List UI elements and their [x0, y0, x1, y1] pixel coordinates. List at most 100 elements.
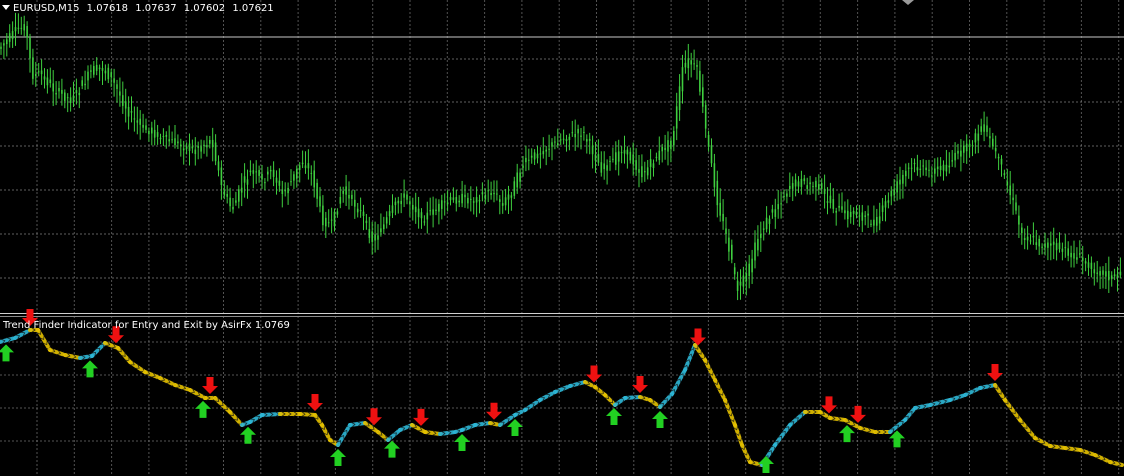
candle-body	[684, 62, 687, 68]
candle-body	[615, 152, 617, 165]
candle-body	[733, 267, 736, 275]
candle-body	[107, 67, 110, 80]
candle-body	[986, 125, 988, 132]
candle-body	[632, 154, 634, 165]
candle-body	[272, 169, 275, 177]
candle-body	[803, 178, 806, 182]
downtrend-segment	[423, 430, 442, 436]
candle-body	[116, 84, 118, 90]
candle-body	[1000, 158, 1003, 165]
candle-body	[864, 215, 866, 217]
buy-arrow-icon[interactable]	[606, 408, 622, 425]
candle-body	[238, 189, 240, 202]
candle-body	[310, 172, 313, 174]
candle-body	[142, 124, 144, 128]
buy-arrow-icon[interactable]	[0, 344, 14, 362]
chart-menu-dropdown-icon[interactable]	[2, 5, 10, 10]
downtrend-segment	[298, 412, 317, 417]
candle-body	[325, 217, 327, 227]
chart-window[interactable]: EURUSD,M15 1.07618 1.07637 1.07602 1.076…	[0, 0, 1124, 476]
buy-arrow-icon[interactable]	[454, 434, 470, 451]
buy-arrow-icon[interactable]	[195, 400, 211, 418]
candle-body	[1035, 242, 1038, 246]
candle-body	[644, 171, 646, 173]
candle-body	[571, 132, 574, 134]
candle-body	[678, 86, 681, 111]
sell-arrow-icon[interactable]	[821, 396, 837, 414]
candle-body	[832, 199, 835, 209]
candle-body	[922, 165, 924, 167]
sell-arrow-icon[interactable]	[486, 402, 502, 420]
candle-body	[113, 78, 115, 83]
candle-body	[507, 194, 510, 200]
buy-arrow-icon[interactable]	[652, 411, 668, 428]
candle-body	[246, 179, 249, 185]
candle-body	[577, 128, 579, 134]
candle-body	[794, 179, 797, 187]
candle-body	[49, 79, 52, 84]
candle-body	[670, 140, 672, 149]
buy-arrow-icon[interactable]	[384, 440, 400, 458]
candle-body	[1012, 197, 1014, 201]
candle-body	[641, 166, 643, 178]
candle-body	[226, 194, 228, 197]
sell-arrow-icon[interactable]	[202, 377, 218, 394]
candle-body	[820, 183, 823, 189]
candle-body	[1018, 215, 1020, 225]
candle-body	[649, 159, 652, 167]
buy-arrow-icon[interactable]	[839, 425, 855, 443]
price-chart-canvas[interactable]	[0, 0, 1124, 476]
candle-body	[510, 195, 513, 198]
candle-body	[148, 130, 150, 135]
sell-arrow-icon[interactable]	[413, 408, 429, 426]
candle-body	[786, 193, 788, 197]
candle-body	[11, 31, 14, 40]
candle-body	[1029, 240, 1032, 242]
buy-arrow-icon[interactable]	[507, 419, 523, 436]
candle-body	[151, 127, 153, 134]
candle-body	[81, 80, 83, 86]
candle-body	[78, 92, 81, 96]
sell-arrow-icon[interactable]	[586, 365, 602, 383]
candle-body	[275, 177, 278, 183]
downtrend-segment	[828, 416, 847, 422]
candle-body	[75, 90, 78, 94]
sell-arrow-icon[interactable]	[690, 328, 706, 346]
candle-body	[768, 218, 771, 224]
candle-body	[603, 163, 605, 170]
candle-body	[417, 208, 420, 218]
candle-body	[159, 137, 162, 140]
sell-arrow-icon[interactable]	[987, 364, 1003, 381]
candle-body	[780, 203, 782, 205]
candle-body	[58, 88, 60, 92]
candle-body	[841, 206, 843, 210]
buy-arrow-icon[interactable]	[330, 449, 346, 466]
candle-body	[829, 195, 832, 204]
uptrend-segment	[473, 421, 492, 427]
candle-body	[722, 213, 724, 222]
candle-body	[965, 143, 968, 152]
candle-body	[1055, 243, 1058, 251]
candle-body	[931, 175, 933, 177]
shift-marker-icon[interactable]	[902, 0, 914, 5]
candle-body	[948, 165, 951, 168]
candle-body	[200, 146, 202, 152]
candle-body	[296, 168, 298, 179]
candle-body	[240, 187, 243, 193]
sell-arrow-icon[interactable]	[632, 376, 648, 393]
downtrend-segment	[1063, 446, 1082, 452]
candle-body	[530, 155, 533, 158]
candle-body	[623, 150, 626, 154]
candle-body	[403, 193, 405, 198]
candle-body	[139, 118, 141, 125]
candle-body	[171, 139, 173, 141]
candle-body	[122, 95, 124, 106]
candle-body	[844, 210, 846, 214]
candle-body	[481, 192, 484, 195]
candle-body	[902, 174, 904, 184]
downtrend-segment	[603, 393, 617, 407]
downtrend-segment	[1093, 453, 1112, 464]
candle-body	[974, 133, 977, 143]
candle-body	[339, 196, 342, 204]
candle-body	[983, 124, 985, 132]
